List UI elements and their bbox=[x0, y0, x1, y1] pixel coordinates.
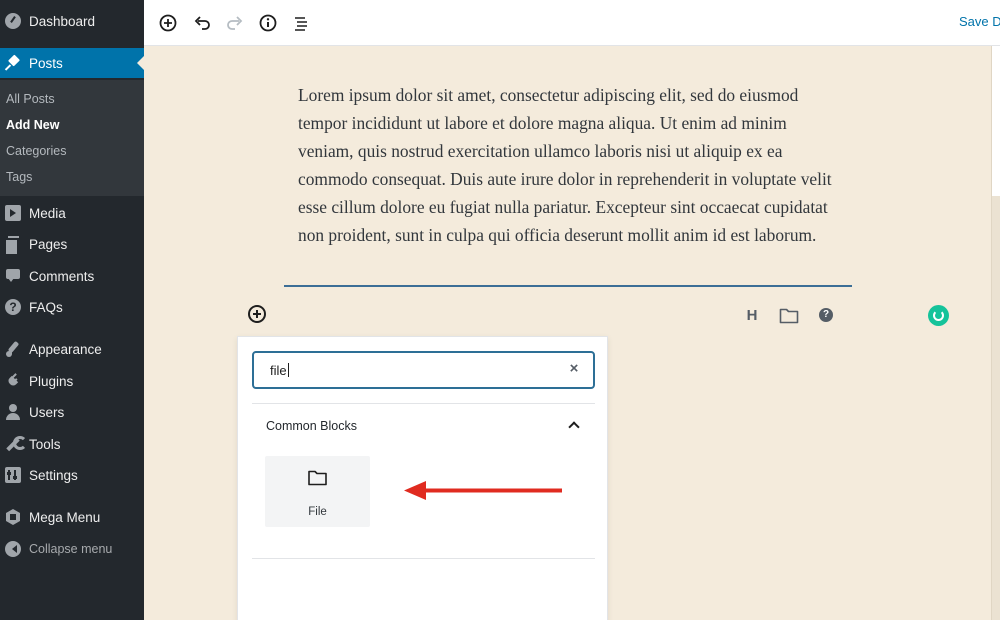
block-search-input[interactable]: file × bbox=[252, 351, 595, 389]
paintbrush-icon bbox=[5, 341, 21, 357]
undo-button[interactable] bbox=[188, 9, 216, 37]
posts-submenu: All Posts Add New Categories Tags bbox=[0, 80, 144, 196]
menu-item-label: Media bbox=[29, 205, 66, 221]
file-block-button[interactable]: File bbox=[265, 456, 370, 527]
block-inserter-button[interactable] bbox=[248, 305, 266, 323]
add-block-icon bbox=[159, 14, 177, 32]
menu-item-label: Dashboard bbox=[29, 13, 96, 29]
menu-item-appearance[interactable]: Appearance bbox=[0, 334, 144, 364]
menu-item-tools[interactable]: Tools bbox=[0, 429, 144, 459]
annotation-arrow bbox=[404, 481, 562, 500]
collapse-arrow-icon bbox=[5, 541, 21, 557]
menu-item-pages[interactable]: Pages bbox=[0, 229, 144, 259]
menu-item-settings[interactable]: Settings bbox=[0, 460, 144, 490]
menu-item-label: Plugins bbox=[29, 373, 74, 389]
menu-item-media[interactable]: Media bbox=[0, 198, 144, 228]
menu-item-users[interactable]: Users bbox=[0, 397, 144, 427]
grammarly-icon[interactable] bbox=[928, 305, 949, 326]
menu-item-label: Mega Menu bbox=[29, 509, 101, 525]
redo-icon bbox=[227, 16, 243, 30]
paragraph-block[interactable]: Lorem ipsum dolor sit amet, consectetur … bbox=[298, 82, 838, 249]
search-input-value: file bbox=[270, 363, 287, 378]
mega-menu-icon bbox=[5, 509, 21, 525]
insert-faq-button[interactable]: ? bbox=[815, 304, 837, 326]
menu-item-label: Appearance bbox=[29, 341, 102, 357]
menu-item-faqs[interactable]: ? FAQs bbox=[0, 292, 144, 322]
insert-file-button[interactable] bbox=[778, 304, 800, 326]
list-view-icon bbox=[295, 17, 307, 31]
scrollbar-thumb[interactable] bbox=[992, 46, 1000, 196]
menu-item-label: Settings bbox=[29, 467, 78, 483]
heading-icon: H bbox=[746, 306, 758, 324]
editor-toolbar: Save Dr bbox=[144, 0, 1000, 46]
insert-heading-button[interactable]: H bbox=[741, 304, 763, 326]
submenu-categories[interactable]: Categories bbox=[6, 144, 66, 158]
selected-block-border bbox=[284, 285, 852, 287]
save-draft-button[interactable]: Save Dr bbox=[959, 14, 1000, 29]
pushpin-icon bbox=[5, 55, 21, 71]
content-info-button[interactable] bbox=[254, 9, 282, 37]
plugin-icon bbox=[5, 373, 21, 389]
wrench-icon bbox=[5, 436, 27, 452]
menu-item-label: Users bbox=[29, 404, 65, 420]
menu-item-comments[interactable]: Comments bbox=[0, 261, 144, 291]
admin-sidebar: Dashboard Posts All Posts Add New Catego… bbox=[0, 0, 144, 620]
menu-item-mega-menu[interactable]: Mega Menu bbox=[0, 502, 144, 532]
menu-item-label: Tools bbox=[29, 436, 61, 452]
menu-item-dashboard[interactable]: Dashboard bbox=[0, 6, 144, 36]
settings-icon bbox=[5, 467, 21, 483]
folder-icon bbox=[779, 308, 799, 323]
menu-item-label: Posts bbox=[29, 55, 63, 71]
menu-item-label: FAQs bbox=[29, 299, 63, 315]
submenu-tags[interactable]: Tags bbox=[6, 170, 32, 184]
question-icon: ? bbox=[5, 299, 21, 315]
add-block-button[interactable] bbox=[154, 9, 182, 37]
media-icon bbox=[5, 205, 21, 221]
folder-icon bbox=[308, 470, 327, 486]
clear-search-button[interactable]: × bbox=[567, 361, 581, 376]
submenu-add-new[interactable]: Add New bbox=[6, 118, 59, 132]
menu-item-label: Pages bbox=[29, 236, 68, 252]
submenu-all-posts[interactable]: All Posts bbox=[6, 92, 55, 106]
divider bbox=[252, 558, 595, 559]
user-icon bbox=[5, 404, 21, 420]
divider bbox=[252, 403, 595, 404]
block-inserter-popover: file × Common Blocks File bbox=[237, 336, 608, 620]
menu-item-posts[interactable]: Posts bbox=[0, 48, 144, 78]
file-block-label: File bbox=[308, 506, 327, 518]
collapse-menu-label: Collapse menu bbox=[29, 542, 113, 556]
undo-icon bbox=[194, 16, 210, 30]
comment-icon bbox=[5, 268, 21, 284]
panel-title[interactable]: Common Blocks bbox=[266, 419, 357, 433]
dashboard-icon bbox=[5, 13, 21, 29]
block-navigation-button[interactable] bbox=[287, 9, 315, 37]
redo-button[interactable] bbox=[221, 9, 249, 37]
pages-icon bbox=[5, 236, 21, 254]
menu-item-plugins[interactable]: Plugins bbox=[0, 366, 144, 396]
menu-item-label: Comments bbox=[29, 268, 95, 284]
collapse-menu-button[interactable]: Collapse menu bbox=[0, 534, 144, 564]
help-icon: ? bbox=[819, 308, 833, 322]
info-icon bbox=[259, 14, 277, 32]
chevron-up-icon[interactable] bbox=[566, 417, 582, 433]
